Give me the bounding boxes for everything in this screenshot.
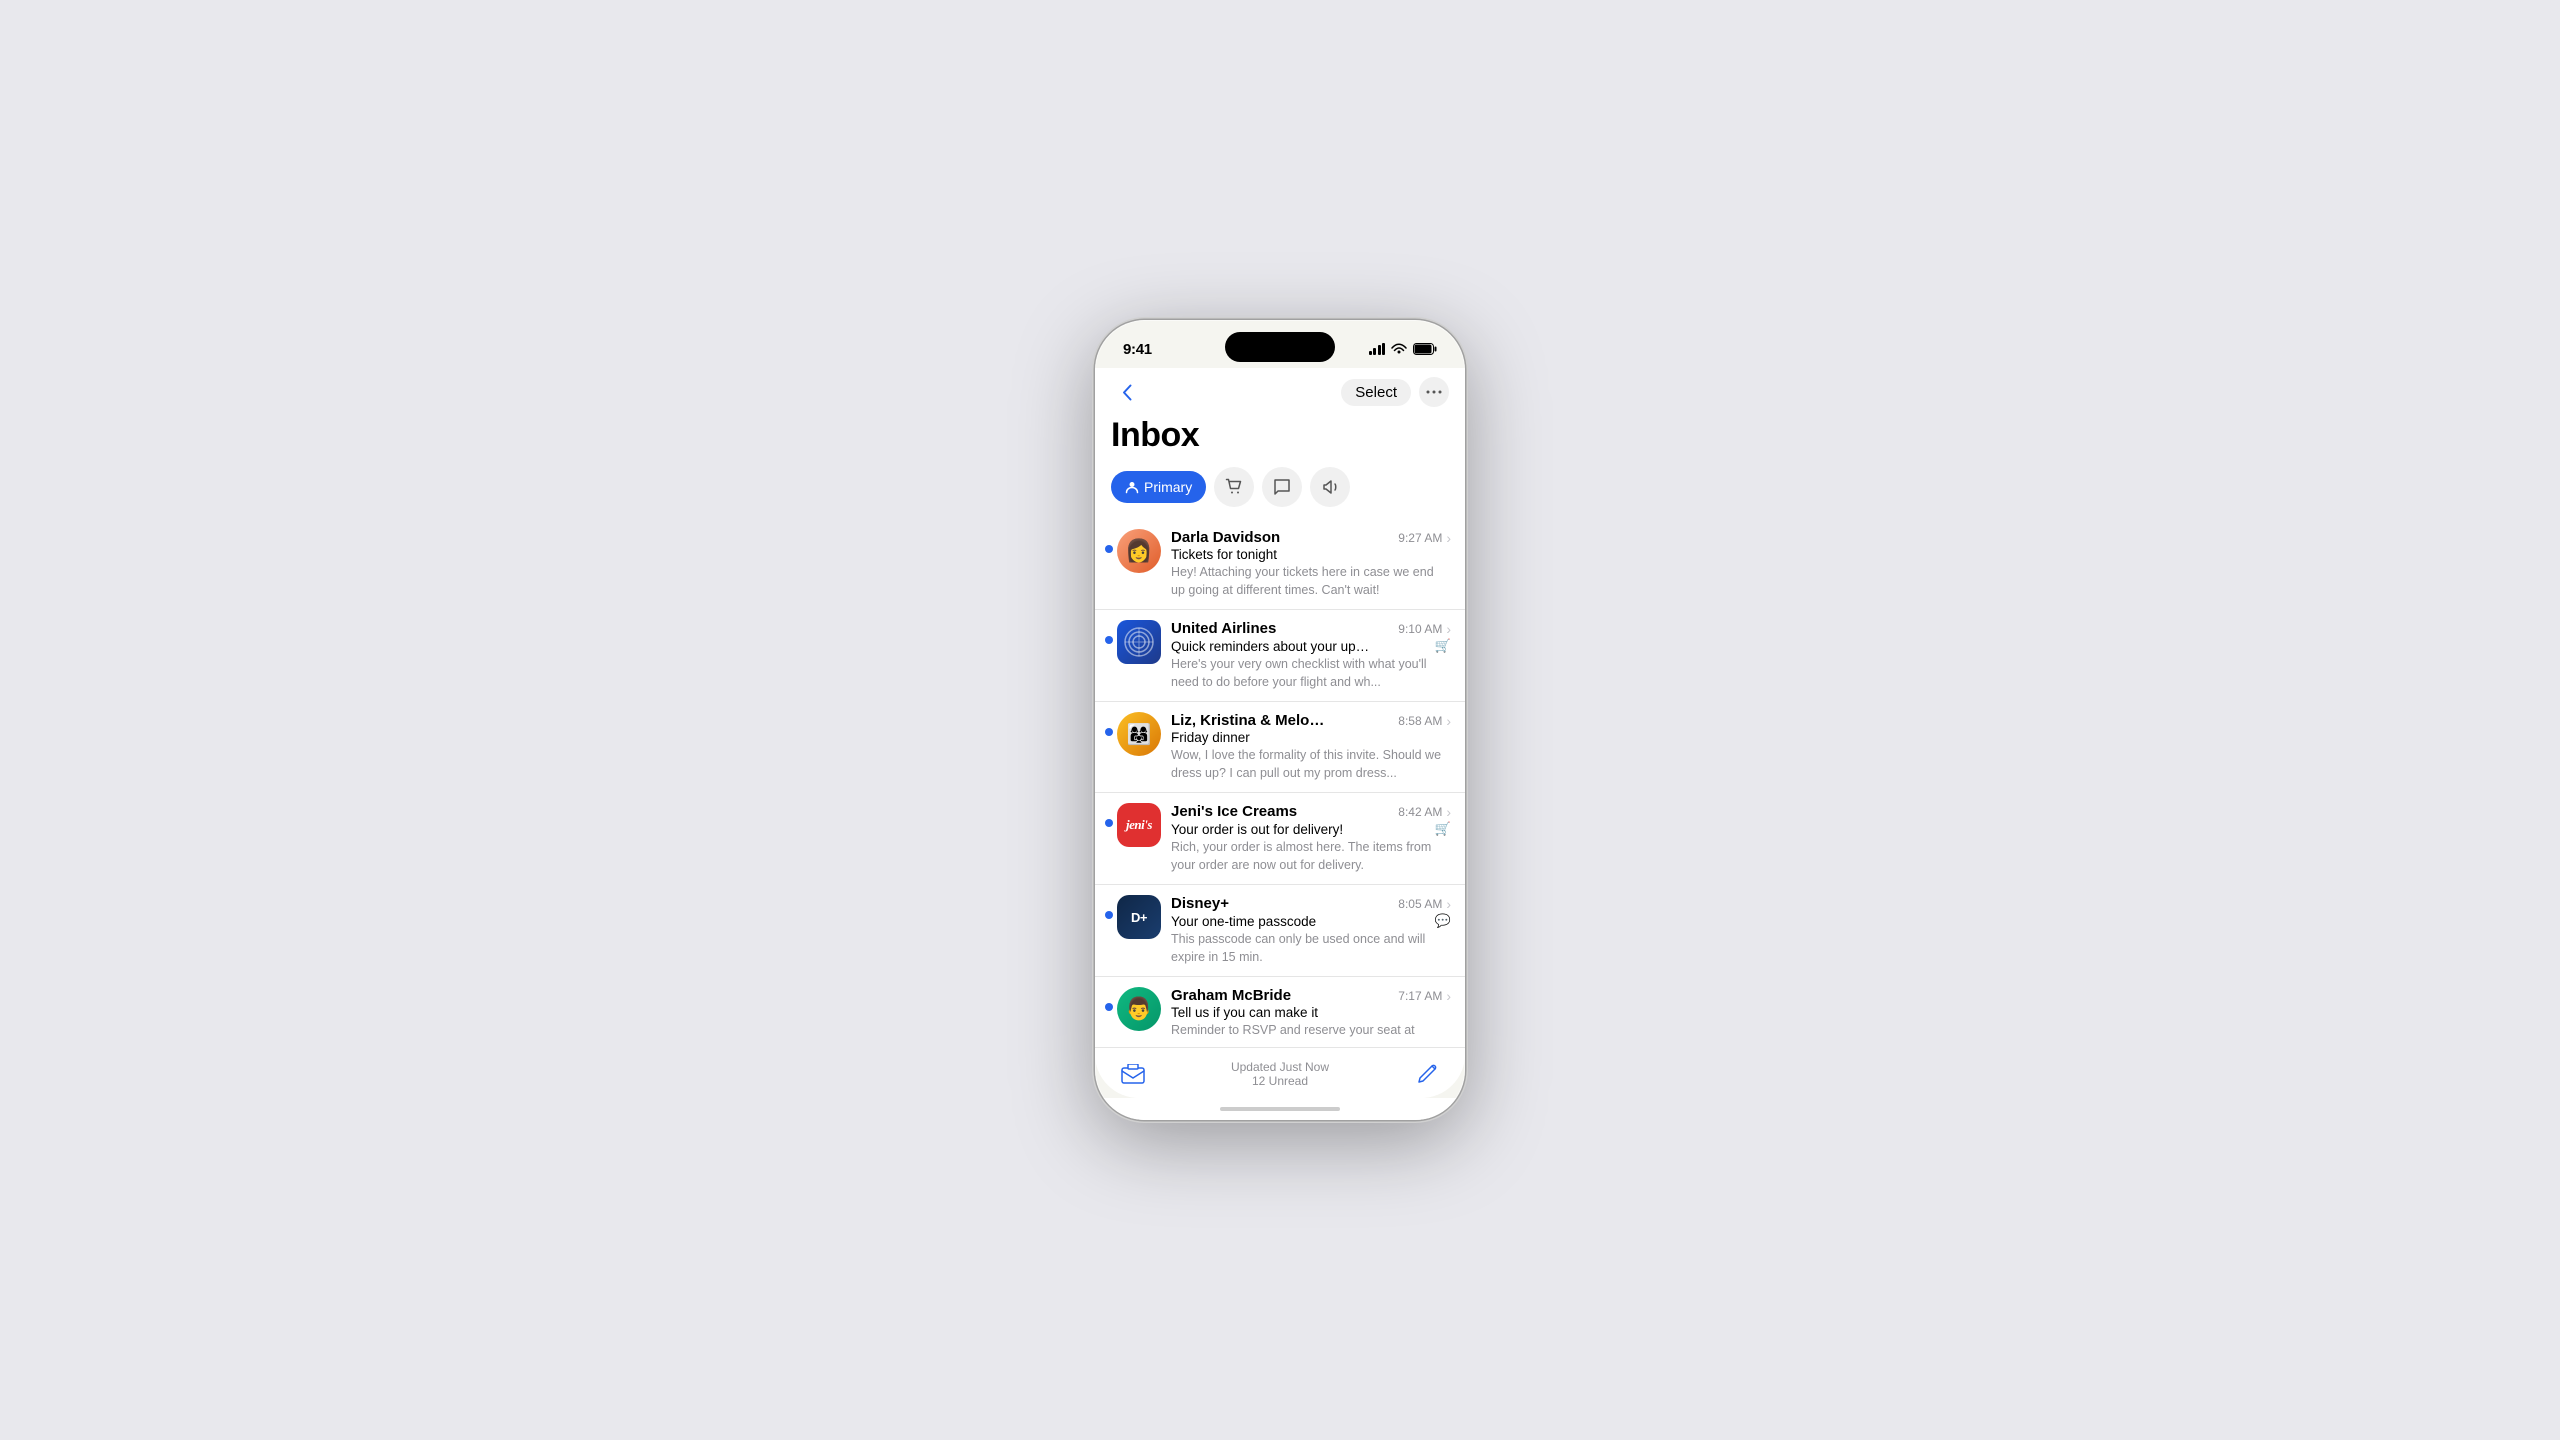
email-list: 👩 Darla Davidson 9:27 AM › Tickets for t…	[1095, 519, 1465, 1047]
email-item-5[interactable]: 👨 Graham McBride 7:17 AM › Tell us if yo…	[1095, 977, 1465, 1047]
email-time-0: 9:27 AM	[1398, 531, 1442, 545]
chevron-4: ›	[1446, 896, 1451, 912]
email-item-3[interactable]: jeni's Jeni's Ice Creams 8:42 AM › Your …	[1095, 793, 1465, 885]
page-title: Inbox	[1095, 412, 1465, 467]
bubble-icon	[1273, 478, 1291, 496]
email-preview-0: Hey! Attaching your tickets here in case…	[1171, 564, 1451, 599]
unread-dot-1	[1105, 636, 1113, 644]
email-preview-5: Reminder to RSVP and reserve your seat a…	[1171, 1022, 1451, 1040]
avatar-2: 👩‍👩‍👧	[1117, 712, 1161, 756]
email-body-3: Jeni's Ice Creams 8:42 AM › Your order i…	[1171, 803, 1451, 874]
email-body-2: Liz, Kristina & Melody 8:58 AM › Friday …	[1171, 712, 1451, 782]
cart-icon	[1225, 478, 1243, 496]
chevron-0: ›	[1446, 530, 1451, 546]
status-icons	[1369, 343, 1438, 355]
select-button[interactable]: Select	[1341, 379, 1411, 406]
battery-icon	[1413, 343, 1437, 355]
email-body-5: Graham McBride 7:17 AM › Tell us if you …	[1171, 987, 1451, 1040]
email-subject-2: Friday dinner	[1171, 730, 1250, 745]
chevron-5: ›	[1446, 988, 1451, 1004]
avatar-4: D+	[1117, 895, 1161, 939]
email-subject-3: Your order is out for delivery!	[1171, 822, 1343, 837]
chevron-1: ›	[1446, 621, 1451, 637]
updated-label: Updated Just Now	[1231, 1060, 1329, 1074]
unread-dot-3	[1105, 819, 1113, 827]
email-time-3: 8:42 AM	[1398, 805, 1442, 819]
email-sender-5: Graham McBride	[1171, 987, 1291, 1004]
email-subject-0: Tickets for tonight	[1171, 547, 1277, 562]
email-body-4: Disney+ 8:05 AM › Your one-time passcode…	[1171, 895, 1451, 966]
tab-primary[interactable]: Primary	[1111, 471, 1206, 503]
email-item-4[interactable]: D+ Disney+ 8:05 AM › Your one-time passc…	[1095, 885, 1465, 977]
tab-shopping[interactable]	[1214, 467, 1254, 507]
email-sender-2: Liz, Kristina & Melody	[1171, 712, 1326, 729]
unread-dot-5	[1105, 1003, 1113, 1011]
email-item-1[interactable]: United Airlines 9:10 AM › Quick reminder…	[1095, 610, 1465, 702]
home-indicator	[1095, 1098, 1465, 1120]
status-bar: 9:41	[1095, 320, 1465, 368]
email-time-4: 8:05 AM	[1398, 897, 1442, 911]
unread-dot-4	[1105, 911, 1113, 919]
email-body-1: United Airlines 9:10 AM › Quick reminder…	[1171, 620, 1451, 691]
category-icon-4: 💬	[1435, 913, 1451, 929]
phone-frame: 9:41	[1095, 320, 1465, 1120]
email-item-2[interactable]: 👩‍👩‍👧 Liz, Kristina & Melody 8:58 AM › F…	[1095, 702, 1465, 793]
tab-social[interactable]	[1262, 467, 1302, 507]
wifi-icon	[1391, 343, 1407, 355]
email-sender-3: Jeni's Ice Creams	[1171, 803, 1297, 820]
avatar-1	[1117, 620, 1161, 664]
nav-actions: Select	[1341, 377, 1449, 407]
email-preview-4: This passcode can only be used once and …	[1171, 931, 1451, 966]
email-body-0: Darla Davidson 9:27 AM › Tickets for ton…	[1171, 529, 1451, 599]
email-subject-4: Your one-time passcode	[1171, 914, 1316, 929]
chevron-3: ›	[1446, 804, 1451, 820]
email-preview-2: Wow, I love the formality of this invite…	[1171, 747, 1451, 782]
email-preview-3: Rich, your order is almost here. The ite…	[1171, 839, 1451, 874]
back-button[interactable]	[1111, 376, 1143, 408]
email-time-5: 7:17 AM	[1398, 989, 1442, 1003]
tab-primary-label: Primary	[1144, 479, 1192, 495]
avatar-3: jeni's	[1117, 803, 1161, 847]
category-icon-3: 🛒	[1435, 821, 1451, 837]
email-subject-1: Quick reminders about your upcoming...	[1171, 639, 1371, 654]
mailbox-button[interactable]	[1115, 1056, 1151, 1092]
home-bar	[1220, 1107, 1340, 1111]
app-content: Select Inbox Primary	[1095, 368, 1465, 1098]
email-item-0[interactable]: 👩 Darla Davidson 9:27 AM › Tickets for t…	[1095, 519, 1465, 610]
more-button[interactable]	[1419, 377, 1449, 407]
dynamic-island	[1225, 332, 1335, 362]
avatar-0: 👩	[1117, 529, 1161, 573]
email-sender-1: United Airlines	[1171, 620, 1276, 637]
chevron-2: ›	[1446, 713, 1451, 729]
status-time: 9:41	[1123, 341, 1152, 358]
category-icon-1: 🛒	[1435, 638, 1451, 654]
email-time-1: 9:10 AM	[1398, 622, 1442, 636]
email-sender-4: Disney+	[1171, 895, 1229, 912]
unread-dot-2	[1105, 728, 1113, 736]
email-subject-5: Tell us if you can make it	[1171, 1005, 1318, 1020]
avatar-5: 👨	[1117, 987, 1161, 1031]
nav-bar: Select	[1095, 368, 1465, 412]
email-sender-0: Darla Davidson	[1171, 529, 1280, 546]
compose-button[interactable]	[1409, 1056, 1445, 1092]
category-tabs: Primary	[1095, 467, 1465, 519]
bottom-bar-center: Updated Just Now 12 Unread	[1231, 1060, 1329, 1088]
unread-dot-0	[1105, 545, 1113, 553]
signal-icon	[1369, 343, 1386, 355]
email-time-2: 8:58 AM	[1398, 714, 1442, 728]
megaphone-icon	[1321, 478, 1339, 496]
person-icon	[1125, 480, 1139, 494]
email-preview-1: Here's your very own checklist with what…	[1171, 656, 1451, 691]
tab-promos[interactable]	[1310, 467, 1350, 507]
bottom-bar: Updated Just Now 12 Unread	[1095, 1047, 1465, 1098]
unread-count: 12 Unread	[1231, 1074, 1329, 1088]
